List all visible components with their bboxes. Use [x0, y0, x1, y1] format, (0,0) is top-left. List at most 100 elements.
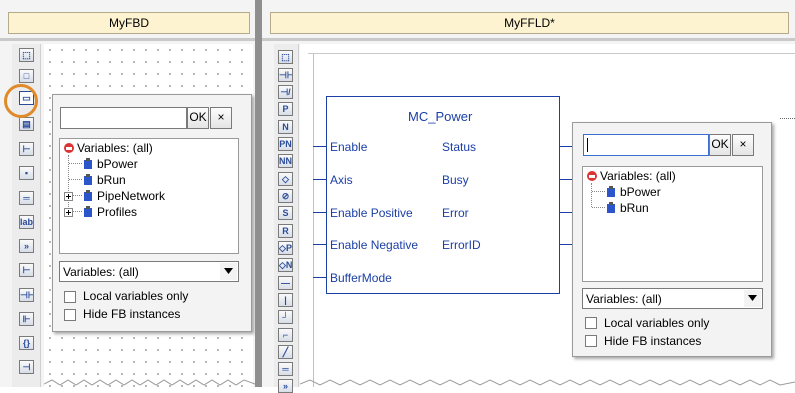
right-top-rule [262, 38, 795, 41]
input-pin-enable-negative[interactable]: Enable Negative [330, 238, 418, 252]
tree-item-brun[interactable]: bRun [60, 172, 230, 188]
input-pin-enable-positive[interactable]: Enable Positive [330, 206, 413, 220]
left-top-rule [0, 38, 255, 41]
tree-item-label: PipeNetwork [97, 189, 166, 203]
ok-button[interactable]: OK [187, 107, 209, 129]
tool-contact[interactable]: ⊣⊢ [278, 68, 293, 82]
tool-select[interactable]: ⬚ [19, 48, 34, 62]
variable-icon [84, 206, 92, 217]
filter-select[interactable]: Variables: (all) [59, 261, 239, 282]
tab-myfbd[interactable]: MyFBD [8, 12, 250, 34]
tool-left-rail[interactable]: ⊢ [19, 263, 34, 277]
tool-contact-n[interactable]: N [278, 120, 293, 134]
tool-coil-n[interactable]: ◇N [278, 258, 293, 272]
local-only-checkbox[interactable] [64, 291, 76, 303]
filter-select-value: Variables: (all) [586, 292, 662, 306]
dropdown-button[interactable] [220, 263, 237, 280]
variable-icon [607, 186, 615, 197]
output-wire-error [560, 212, 572, 213]
tool-jump[interactable]: » [278, 379, 293, 393]
variable-tree[interactable]: Variables: (all) bPower bRun PipeNetwork… [59, 138, 239, 254]
output-wire-busy [560, 179, 572, 180]
tool-equal[interactable]: ═ [278, 362, 293, 376]
tree-item-profiles[interactable]: Profiles [60, 204, 230, 220]
tool-label[interactable]: lab [19, 215, 34, 229]
local-only-label: Local variables only [604, 316, 710, 330]
output-pin-errorid[interactable]: ErrorID [442, 238, 481, 252]
tool-hline[interactable]: — [278, 276, 293, 290]
tool-comment[interactable]: ▤ [19, 117, 34, 131]
tree-item-label: bRun [97, 173, 126, 187]
tree-item-label: bPower [620, 185, 661, 199]
hide-fb-label: Hide FB instances [83, 307, 181, 321]
input-pin-axis[interactable]: Axis [330, 173, 353, 187]
search-input[interactable] [60, 107, 187, 129]
tool-diagonal[interactable]: ╱ [278, 345, 293, 359]
tool-contact-p[interactable]: P [278, 102, 293, 116]
tool-jump[interactable]: ⊢ [19, 142, 34, 156]
tool-coil-set[interactable]: S [278, 206, 293, 220]
output-pin-busy[interactable]: Busy [442, 173, 469, 187]
tool-step[interactable]: ⌐ [278, 328, 293, 342]
output-pin-error[interactable]: Error [442, 206, 469, 220]
filter-select[interactable]: Variables: (all) [582, 288, 763, 309]
output-wire-errorid [560, 244, 572, 245]
tree-item-pipenetwork[interactable]: PipeNetwork [60, 188, 230, 204]
input-pin-buffermode[interactable]: BufferMode [330, 271, 392, 285]
tool-contact[interactable]: ⊣⊢ [19, 288, 34, 302]
hide-fb-checkbox[interactable] [585, 335, 597, 347]
dropdown-button[interactable] [744, 290, 761, 307]
local-only-checkbox[interactable] [585, 317, 597, 329]
hide-fb-checkbox[interactable] [64, 309, 76, 321]
canvas-ruler-top [308, 44, 795, 54]
ok-button[interactable]: OK [709, 134, 731, 156]
variables-folder-icon [587, 171, 597, 181]
tool-contact-nn[interactable]: NN [278, 154, 293, 168]
tool-hline[interactable]: ═ [19, 191, 34, 205]
tool-corner[interactable]: ▪ [19, 166, 34, 180]
text-cursor [587, 138, 588, 152]
input-pin-enable[interactable]: Enable [330, 140, 367, 154]
bottom-edge-right [300, 379, 795, 386]
chevron-down-icon [224, 268, 233, 274]
tool-return[interactable]: » [19, 239, 34, 253]
variables-folder-icon [64, 143, 74, 153]
tool-corner[interactable]: ┘ [278, 310, 293, 324]
expand-plus-icon[interactable] [64, 208, 73, 217]
tool-coil-reset[interactable]: R [278, 224, 293, 238]
variable-icon [84, 174, 92, 185]
tool-contact-2[interactable]: ⊩ [19, 312, 34, 326]
tool-block[interactable]: □ [19, 69, 34, 83]
tool-select[interactable]: ⬚ [278, 50, 293, 64]
tool-right-rail[interactable]: ⊣ [19, 360, 34, 374]
tree-branch [592, 191, 605, 192]
tool-contact-negated[interactable]: ⊣/⊢ [278, 85, 293, 99]
tree-item-label: bRun [620, 201, 649, 215]
tool-coil-negated[interactable]: ⊘ [278, 189, 293, 203]
bottom-edge-left [44, 379, 255, 386]
tree-item-bpower[interactable]: bPower [583, 184, 753, 200]
variable-tree[interactable]: Variables: (all) bPower bRun [582, 166, 763, 282]
input-wire-enable [313, 146, 326, 147]
search-input[interactable] [583, 134, 709, 156]
tool-vline[interactable]: | [278, 293, 293, 307]
tool-braces[interactable]: {} [19, 336, 34, 350]
tool-contact-pn[interactable]: PN [278, 137, 293, 151]
tree-root-label: Variables: (all) [600, 169, 676, 183]
input-wire-buffermode [313, 277, 326, 278]
tab-myffld[interactable]: MyFFLD* [270, 12, 789, 34]
expand-plus-icon[interactable] [64, 192, 73, 201]
tree-item-bpower[interactable]: bPower [60, 156, 230, 172]
tree-branch [592, 207, 605, 208]
tree-item-label: Profiles [97, 205, 138, 219]
tool-coil[interactable]: ◇ [278, 172, 293, 186]
output-pin-status[interactable]: Status [442, 140, 476, 154]
output-wire-status [560, 146, 572, 147]
tree-branch [73, 211, 82, 212]
tree-branch [69, 163, 82, 164]
tool-coil-p[interactable]: ◇P [278, 241, 293, 255]
tree-item-brun[interactable]: bRun [583, 200, 753, 216]
mc-power-block[interactable]: MC_Power Enable Axis Enable Positive Ena… [326, 96, 560, 294]
close-button[interactable]: × [210, 107, 232, 129]
close-button[interactable]: × [732, 134, 754, 156]
